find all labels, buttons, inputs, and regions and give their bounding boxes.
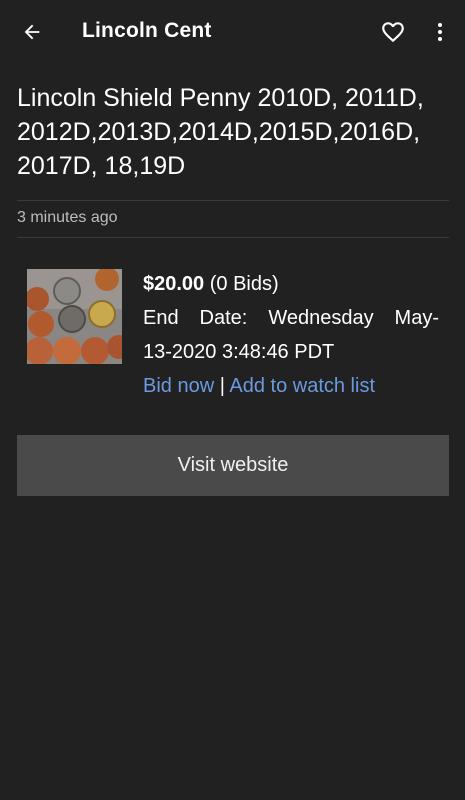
end-date-label: End Date: [143,307,248,329]
page-title: Lincoln Cent [82,19,212,42]
more-options-button[interactable] [424,14,456,50]
add-to-watch-list-link[interactable]: Add to watch list [229,375,375,397]
divider [17,237,449,238]
item-thumbnail[interactable] [27,269,122,364]
more-vertical-icon [438,23,442,41]
arrow-left-icon [24,24,40,40]
link-separator: | [219,375,225,397]
bid-count: (0 Bids) [209,273,279,295]
app-bar: Lincoln Cent [0,0,465,66]
favorite-button[interactable] [376,14,410,50]
visit-website-button[interactable]: Visit website [17,435,449,496]
item-info: $20.00 (0 Bids) End Date: Wednesday May-… [143,267,439,403]
listing-title: Lincoln Shield Penny 2010D, 2011D, 2012D… [17,84,424,180]
end-date-value: Wednesday May- [268,307,439,329]
divider [17,200,449,201]
bid-now-link[interactable]: Bid now [143,375,214,397]
action-links: Bid now | Add to watch list [143,369,439,403]
posted-time: 3 minutes ago [17,209,118,226]
coins-photo [27,269,122,364]
end-date-continued: 13-2020 3:48:46 PDT [143,341,335,363]
back-button[interactable] [14,14,50,50]
price-line: $20.00 (0 Bids) [143,267,439,301]
heart-outline-icon [382,22,404,43]
price: $20.00 [143,273,205,295]
end-date-line: End Date: Wednesday May- [143,301,439,335]
